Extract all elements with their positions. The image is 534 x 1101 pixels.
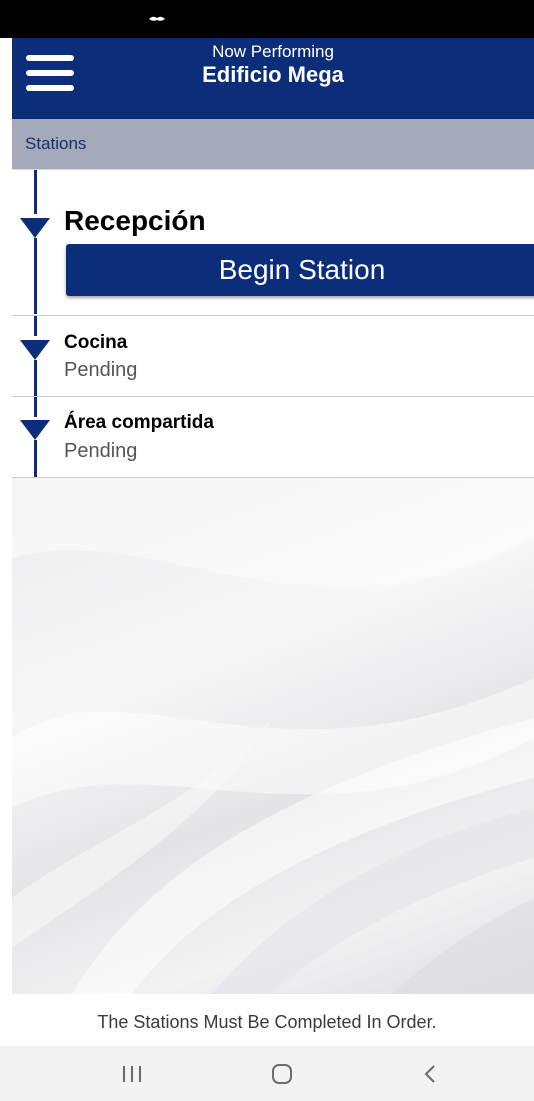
station-arrow-icon <box>20 340 50 360</box>
begin-station-button[interactable]: Begin Station <box>66 244 534 296</box>
station-status: Pending <box>64 359 138 381</box>
stations-section-bar: Stations <box>12 119 534 169</box>
timeline-line <box>34 440 37 477</box>
wave-pattern <box>12 478 534 994</box>
hands-icon <box>149 16 165 21</box>
station-list: Recepción Begin Station Cocina Pending Á… <box>12 170 534 478</box>
footer-notice: The Stations Must Be Completed In Order. <box>97 1012 437 1032</box>
timeline-line <box>34 360 37 396</box>
left-edge <box>0 38 12 994</box>
back-icon[interactable] <box>410 1060 450 1088</box>
station-name: Área compartida <box>64 412 214 433</box>
station-divider <box>12 315 534 316</box>
timeline-line <box>34 397 37 417</box>
stations-section-label: Stations <box>25 134 87 153</box>
recents-icon[interactable] <box>112 1060 152 1088</box>
footer: The Stations Must Be Completed In Order. <box>0 994 534 1046</box>
header-subtitle: Now Performing <box>212 42 334 61</box>
timeline-line <box>34 316 37 336</box>
home-icon[interactable] <box>262 1060 302 1088</box>
station-status: Pending <box>64 440 138 462</box>
station-divider <box>12 396 534 397</box>
station-arrow-icon <box>20 420 50 440</box>
page-title: Edificio Mega <box>202 62 344 87</box>
system-nav-bar <box>0 1046 534 1101</box>
app-screen: Now Performing Edificio Mega Stations Re… <box>0 0 534 1101</box>
app-header: Now Performing Edificio Mega <box>12 38 534 119</box>
timeline-line <box>34 238 37 314</box>
background-pattern <box>12 478 534 994</box>
station-name: Cocina <box>64 332 128 353</box>
station-arrow-icon <box>20 218 50 238</box>
timeline-line <box>34 170 37 214</box>
station-name: Recepción <box>64 205 206 236</box>
status-bar <box>0 0 534 38</box>
